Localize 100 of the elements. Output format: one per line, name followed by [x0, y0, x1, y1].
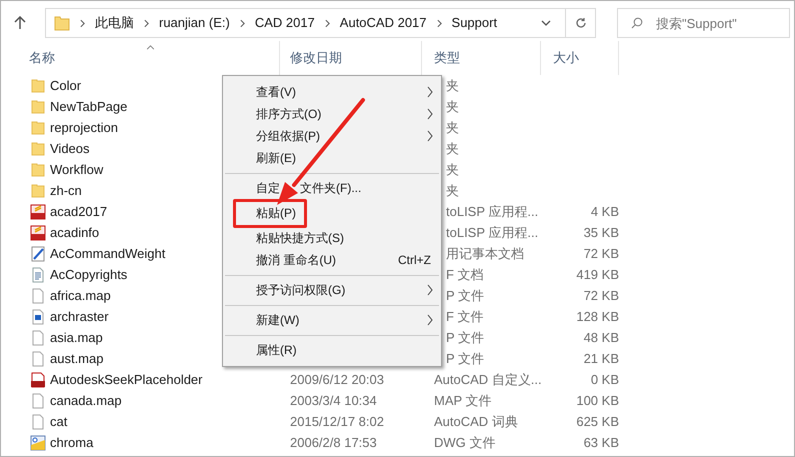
menu-item[interactable]: 查看(V): [223, 81, 441, 103]
file-size: 21 KB: [584, 350, 619, 366]
folder-icon: [54, 15, 70, 31]
breadcrumb[interactable]: ruanjian (E:): [159, 13, 230, 33]
folder-icon: [30, 162, 46, 178]
refresh-icon[interactable]: [574, 17, 586, 29]
file-name[interactable]: asia.map: [50, 328, 103, 348]
file-icon: [30, 204, 46, 220]
file-icon: [30, 414, 46, 430]
breadcrumb[interactable]: AutoCAD 2017: [340, 13, 427, 33]
menu-item[interactable]: 分组依据(P): [223, 125, 441, 147]
file-name[interactable]: AcCopyrights: [50, 264, 128, 284]
chevron-icon[interactable]: [436, 18, 442, 28]
menu-item-label: 自定: [256, 180, 280, 197]
file-type: 夹: [446, 120, 459, 135]
up-arrow-icon[interactable]: [14, 16, 26, 30]
folder-icon: [30, 78, 46, 94]
file-type: 夹: [446, 182, 459, 198]
file-name[interactable]: aust.map: [50, 348, 104, 368]
sort-caret-icon: [146, 45, 155, 50]
file-icon: [30, 350, 46, 366]
file-icon: [30, 330, 46, 346]
file-type: 夹: [446, 162, 459, 177]
file-name[interactable]: archraster: [50, 306, 109, 326]
file-name[interactable]: AcCommandWeight: [50, 244, 166, 264]
file-icon: [30, 392, 46, 408]
file-icon: [30, 372, 46, 388]
file-icon: [30, 308, 46, 324]
file-size: 35 KB: [584, 224, 619, 240]
file-type: AutoCAD 词典: [434, 414, 518, 429]
file-type: P 文件: [446, 330, 484, 345]
file-type: F 文档: [446, 266, 484, 282]
file-name[interactable]: cat: [50, 412, 68, 432]
file-type: P 文件: [446, 288, 484, 303]
file-name[interactable]: Videos: [50, 138, 90, 158]
file-size: 72 KB: [584, 288, 619, 303]
file-name[interactable]: AutodeskSeekPlaceholder: [50, 370, 202, 390]
menu-item[interactable]: 撤消 重命名(U) Ctrl+Z: [223, 249, 441, 271]
file-size: 4 KB: [590, 204, 619, 219]
file-type: 用记事本文档: [446, 246, 524, 261]
file-name[interactable]: acadinfo: [50, 222, 100, 242]
chevron-icon[interactable]: [240, 18, 245, 28]
modified-date: 2003/3/4 10:34: [290, 392, 377, 408]
folder-icon: [30, 98, 46, 114]
folder-icon: [30, 182, 46, 198]
column-header[interactable]: 大小: [541, 41, 619, 75]
file-type: AutoCAD 自定义...: [434, 372, 542, 387]
file-size: 72 KB: [584, 246, 619, 261]
file-name[interactable]: Workflow: [50, 160, 104, 180]
file-name[interactable]: africa.map: [50, 286, 111, 306]
breadcrumb[interactable]: 此电脑: [95, 13, 134, 33]
chevron-icon[interactable]: [144, 18, 149, 28]
dropdown-chevron-icon[interactable]: [541, 19, 551, 27]
file-size: 419 KB: [576, 266, 619, 282]
file-name[interactable]: NewTabPage: [50, 96, 128, 116]
file-size: 63 KB: [584, 434, 619, 450]
menu-item[interactable]: 刷新(E): [223, 147, 441, 169]
search-field[interactable]: 搜索"Support": [617, 8, 790, 38]
menu-item[interactable]: 新建(W): [223, 309, 441, 331]
file-type: toLISP 应用程...: [446, 224, 538, 240]
file-icon: [30, 246, 46, 262]
address-bar[interactable]: 此电脑 ruanjian (E:) CAD 2017 AutoCAD 2017 Support: [45, 8, 596, 38]
file-name[interactable]: acad2017: [50, 202, 108, 222]
file-size: 625 KB: [576, 414, 619, 429]
file-size: 128 KB: [576, 308, 619, 324]
file-size: 48 KB: [584, 330, 619, 345]
file-type: DWG 文件: [434, 434, 496, 450]
file-name[interactable]: reprojection: [50, 118, 118, 138]
folder-icon: [30, 120, 46, 136]
file-name[interactable]: canada.map: [50, 390, 122, 410]
file-size: 100 KB: [576, 392, 619, 408]
modified-date: 2006/2/8 17:53: [290, 434, 377, 450]
file-type: toLISP 应用程...: [446, 204, 538, 219]
menu-item[interactable]: 授予访问权限(G): [223, 279, 441, 301]
file-type: 夹: [446, 140, 459, 156]
menu-item[interactable]: 自定 文件夹(F)...: [223, 177, 441, 199]
file-icon: [30, 266, 46, 282]
file-type: MAP 文件: [434, 392, 492, 408]
file-type: 夹: [446, 98, 459, 114]
folder-icon: [30, 140, 46, 156]
file-name[interactable]: Color: [50, 76, 82, 96]
menu-item[interactable]: 属性(R): [223, 339, 441, 361]
menu-item[interactable]: 粘贴快捷方式(S): [223, 227, 441, 249]
menu-item-label: 文件夹(F)...: [300, 180, 362, 197]
file-name[interactable]: zh-cn: [50, 180, 82, 200]
file-icon: [30, 288, 46, 304]
menu-item[interactable]: 排序方式(O): [223, 103, 441, 125]
file-type: 夹: [446, 78, 459, 93]
file-type: P 文件: [446, 350, 484, 366]
shortcut-label: Ctrl+Z: [398, 252, 431, 269]
chevron-icon[interactable]: [80, 18, 85, 28]
breadcrumb[interactable]: CAD 2017: [254, 13, 315, 33]
file-size: 0 KB: [590, 372, 619, 387]
breadcrumb[interactable]: Support: [452, 13, 498, 33]
menu-item[interactable]: 粘贴(P): [223, 199, 441, 227]
search-icon: [631, 17, 643, 29]
modified-date: 2009/6/12 20:03: [290, 372, 384, 387]
file-icon: [30, 434, 46, 450]
chevron-icon[interactable]: [324, 18, 330, 28]
file-name[interactable]: chroma: [50, 432, 94, 452]
